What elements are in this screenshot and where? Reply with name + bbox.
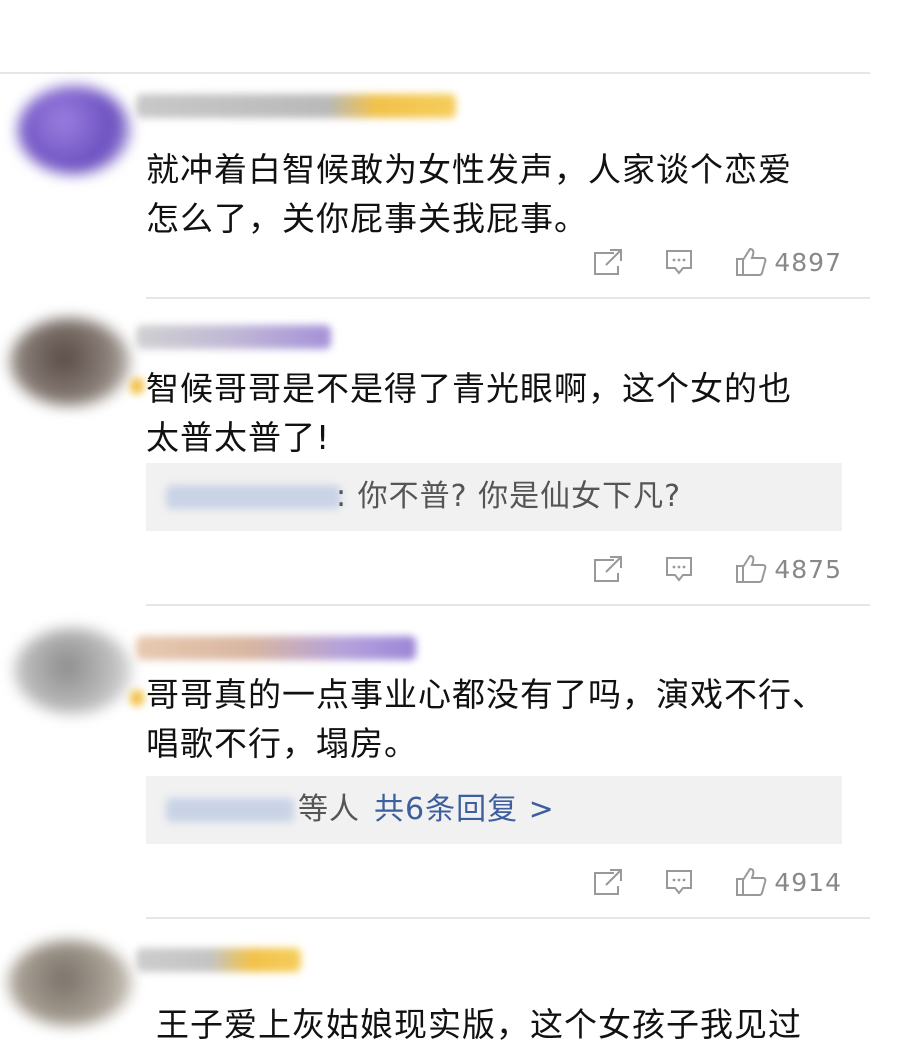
- vip-badge-blurred: [130, 690, 144, 706]
- username-blurred[interactable]: [136, 948, 301, 972]
- reply-text: : 你不普? 你是仙女下凡?: [336, 479, 682, 514]
- comment-text-line: 唱歌不行，塌房。: [146, 724, 418, 763]
- reply-box[interactable]: : 你不普? 你是仙女下凡?: [146, 463, 842, 531]
- share-button[interactable]: [592, 247, 624, 277]
- comment-text-line: 怎么了，关你屁事关我屁事。: [146, 199, 588, 238]
- reply-username-blurred[interactable]: [166, 485, 341, 509]
- comment-text: 王子爱上灰姑娘现实版，这个女孩子我见过: [156, 1000, 856, 1043]
- comment-actions: 4897: [560, 242, 842, 282]
- comment-icon: [664, 867, 694, 897]
- comment-button[interactable]: [664, 554, 694, 584]
- share-icon: [592, 554, 624, 584]
- comment-icon: [664, 554, 694, 584]
- top-divider: [0, 72, 870, 74]
- thumbs-up-icon: [734, 246, 768, 278]
- comment-feed: 就冲着白智候敢为女性发声，人家谈个恋爱 怎么了，关你屁事关我屁事。 4897 智…: [0, 0, 900, 1043]
- comment-actions: 4914: [560, 862, 842, 902]
- like-count: 4875: [774, 554, 842, 584]
- comment-divider: [146, 604, 870, 606]
- comment-text: 智候哥哥是不是得了青光眼啊，这个女的也 太普太普了!: [146, 364, 846, 462]
- vip-badge-blurred: [130, 378, 144, 394]
- reply-box[interactable]: 等人 共6条回复 >: [146, 776, 842, 844]
- username-blurred[interactable]: [136, 325, 331, 349]
- share-icon: [592, 867, 624, 897]
- comment-button[interactable]: [664, 867, 694, 897]
- comment-button[interactable]: [664, 247, 694, 277]
- share-button[interactable]: [592, 554, 624, 584]
- view-replies-link[interactable]: 共6条回复 >: [374, 790, 555, 830]
- avatar[interactable]: [10, 318, 130, 406]
- comment-text-line: 哥哥真的一点事业心都没有了吗，演戏不行、: [146, 675, 826, 714]
- comment-text: 哥哥真的一点事业心都没有了吗，演戏不行、 唱歌不行，塌房。: [146, 670, 846, 768]
- like-button[interactable]: 4875: [734, 553, 842, 585]
- like-count: 4914: [774, 867, 842, 897]
- thumbs-up-icon: [734, 866, 768, 898]
- avatar[interactable]: [18, 86, 130, 174]
- comment-text: 就冲着白智候敢为女性发声，人家谈个恋爱 怎么了，关你屁事关我屁事。: [146, 145, 846, 243]
- comment-text-line: 太普太普了!: [146, 418, 331, 457]
- avatar[interactable]: [14, 628, 132, 714]
- avatar[interactable]: [8, 940, 132, 1026]
- like-button[interactable]: 4897: [734, 246, 842, 278]
- reply-suffix: 等人: [298, 792, 360, 827]
- like-count: 4897: [774, 247, 842, 277]
- username-blurred[interactable]: [136, 94, 456, 118]
- comment-text-line: 王子爱上灰姑娘现实版，这个女孩子我见过: [156, 1005, 802, 1043]
- share-icon: [592, 247, 624, 277]
- reply-username-blurred[interactable]: [166, 798, 294, 822]
- username-blurred[interactable]: [136, 636, 416, 660]
- comment-text-line: 智候哥哥是不是得了青光眼啊，这个女的也: [146, 369, 792, 408]
- comment-text-line: 就冲着白智候敢为女性发声，人家谈个恋爱: [146, 150, 792, 189]
- comment-divider: [146, 917, 870, 919]
- share-button[interactable]: [592, 867, 624, 897]
- comment-icon: [664, 247, 694, 277]
- thumbs-up-icon: [734, 553, 768, 585]
- like-button[interactable]: 4914: [734, 866, 842, 898]
- comment-actions: 4875: [560, 549, 842, 589]
- comment-divider: [146, 297, 870, 299]
